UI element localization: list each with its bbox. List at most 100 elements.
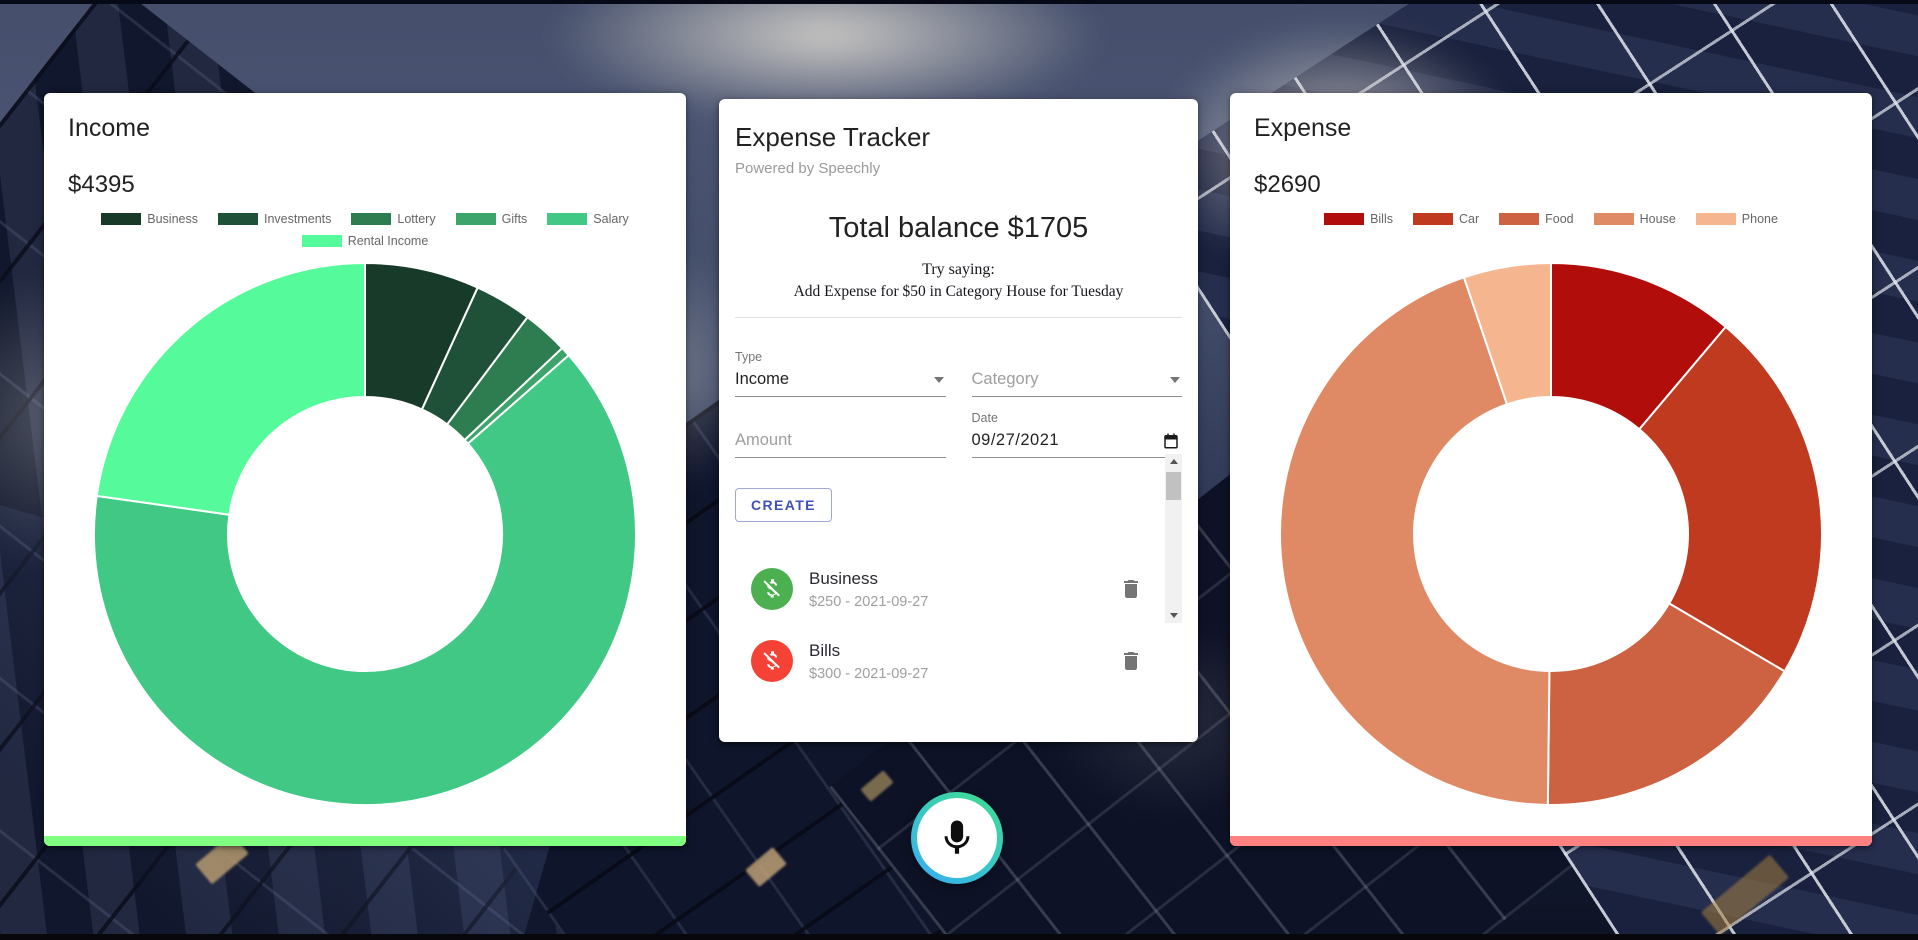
legend-swatch: [218, 213, 258, 225]
trash-icon: [1119, 649, 1143, 673]
category-field: Category: [972, 350, 1183, 397]
expense-card-title: Expense: [1254, 113, 1848, 144]
app-root: Income $4395 BusinessInvestmentsLotteryG…: [0, 0, 1918, 940]
delete-transaction-button[interactable]: [1111, 569, 1151, 609]
legend-swatch: [1696, 213, 1736, 225]
voice-hint-heading: Try saying:: [735, 259, 1182, 281]
transaction-texts: Bills $300 - 2021-09-27: [809, 640, 928, 683]
divider: [735, 317, 1182, 318]
transaction-name: Bills: [809, 640, 928, 662]
legend-label: Lottery: [397, 212, 435, 226]
legend-swatch: [351, 213, 391, 225]
income-accent-bar: [44, 836, 686, 846]
date-input[interactable]: 09/27/2021: [972, 427, 1183, 458]
legend-label: Salary: [593, 212, 628, 226]
expense-chart-legend: Bills Car Food House Phone: [1261, 212, 1841, 258]
trash-icon: [1119, 577, 1143, 601]
income-card: Income $4395 BusinessInvestmentsLotteryG…: [44, 93, 686, 846]
legend-item-bills[interactable]: Bills: [1324, 212, 1393, 226]
legend-item-business[interactable]: Business: [101, 212, 198, 226]
legend-label: Phone: [1742, 212, 1778, 226]
background-bottom-strip: [0, 934, 1918, 940]
legend-swatch: [456, 213, 496, 225]
background-top-strip: [0, 0, 1918, 4]
legend-label: Investments: [264, 212, 331, 226]
expense-card: Expense $2690 Bills Car Food House Phone: [1230, 93, 1872, 846]
voice-hint: Try saying: Add Expense for $50 in Categ…: [735, 259, 1182, 303]
legend-label: Rental Income: [348, 234, 429, 248]
legend-label: Business: [147, 212, 198, 226]
chevron-down-icon: [934, 377, 944, 383]
transaction-row: Bills $300 - 2021-09-27: [735, 630, 1155, 692]
microphone-icon: [936, 817, 978, 859]
legend-label: Car: [1459, 212, 1479, 226]
date-field: Date 09/27/2021: [972, 411, 1183, 458]
calendar-icon[interactable]: [1162, 432, 1180, 450]
transaction-name: Business: [809, 568, 928, 590]
legend-swatch: [1413, 213, 1453, 225]
legend-item-rental-income[interactable]: Rental Income: [302, 234, 429, 248]
legend-item-house[interactable]: House: [1594, 212, 1676, 226]
transaction-details: $250 - 2021-09-27: [809, 593, 928, 611]
chevron-down-icon: [1170, 377, 1180, 383]
mic-button-inner: [917, 798, 997, 878]
amount-input-placeholder: Amount: [735, 431, 792, 450]
income-doughnut-chart[interactable]: [91, 260, 639, 808]
expense-doughnut-chart[interactable]: [1277, 260, 1825, 808]
transactions-list: Business $250 - 2021-09-27 Bills $300 - 202…: [735, 544, 1155, 692]
expense-tracker-card: Expense Tracker Powered by Speechly Tota…: [719, 99, 1198, 742]
scrollbar-thumb[interactable]: [1166, 472, 1181, 500]
legend-item-lottery[interactable]: Lottery: [351, 212, 435, 226]
app-title: Expense Tracker: [735, 121, 1182, 153]
legend-item-car[interactable]: Car: [1413, 212, 1479, 226]
total-balance: Total balance $1705: [735, 209, 1182, 247]
legend-swatch: [302, 235, 342, 247]
app-subtitle: Powered by Speechly: [735, 159, 1182, 179]
legend-item-phone[interactable]: Phone: [1696, 212, 1778, 226]
amount-input[interactable]: Amount: [735, 427, 946, 458]
legend-swatch: [1594, 213, 1634, 225]
transaction-texts: Business $250 - 2021-09-27: [809, 568, 928, 611]
transaction-avatar: [751, 640, 793, 682]
amount-field: Amount: [735, 411, 946, 458]
date-field-label: Date: [972, 411, 1183, 427]
amount-field-label: [735, 411, 946, 427]
transaction-avatar: [751, 568, 793, 610]
transactions-scrollbar[interactable]: [1165, 454, 1182, 623]
type-field: Type Income: [735, 350, 946, 397]
legend-swatch: [547, 213, 587, 225]
chart-segment-rental-income[interactable]: [97, 263, 365, 515]
money-off-icon: [759, 648, 785, 674]
legend-swatch: [1324, 213, 1364, 225]
legend-label: Gifts: [502, 212, 528, 226]
scrollbar-down-arrow[interactable]: [1165, 608, 1182, 623]
legend-item-investments[interactable]: Investments: [218, 212, 331, 226]
legend-item-food[interactable]: Food: [1499, 212, 1574, 226]
type-select[interactable]: Income: [735, 366, 946, 397]
income-chart-legend: Business Investments Lottery Gifts Salary Ren…: [75, 212, 655, 258]
transaction-details: $300 - 2021-09-27: [809, 665, 928, 683]
legend-item-salary[interactable]: Salary: [547, 212, 628, 226]
legend-label: House: [1640, 212, 1676, 226]
voice-hint-example: Add Expense for $50 in Category House fo…: [735, 281, 1182, 303]
legend-label: Food: [1545, 212, 1574, 226]
money-off-icon: [759, 576, 785, 602]
expense-total-amount: $2690: [1254, 170, 1848, 200]
legend-item-gifts[interactable]: Gifts: [456, 212, 528, 226]
scrollbar-up-arrow[interactable]: [1165, 454, 1182, 469]
legend-swatch: [101, 213, 141, 225]
category-select[interactable]: Category: [972, 366, 1183, 397]
legend-label: Bills: [1370, 212, 1393, 226]
type-select-value: Income: [735, 370, 789, 389]
transaction-row: Business $250 - 2021-09-27: [735, 558, 1155, 620]
type-field-label: Type: [735, 350, 946, 366]
transaction-form: Type Income Category Amount: [735, 350, 1182, 458]
delete-transaction-button[interactable]: [1111, 641, 1151, 681]
date-input-value: 09/27/2021: [972, 431, 1060, 450]
category-field-label: [972, 350, 1183, 366]
legend-swatch: [1499, 213, 1539, 225]
create-button[interactable]: CREATE: [735, 488, 832, 522]
expense-accent-bar: [1230, 836, 1872, 846]
mic-button[interactable]: [911, 792, 1003, 884]
income-card-title: Income: [68, 113, 662, 144]
